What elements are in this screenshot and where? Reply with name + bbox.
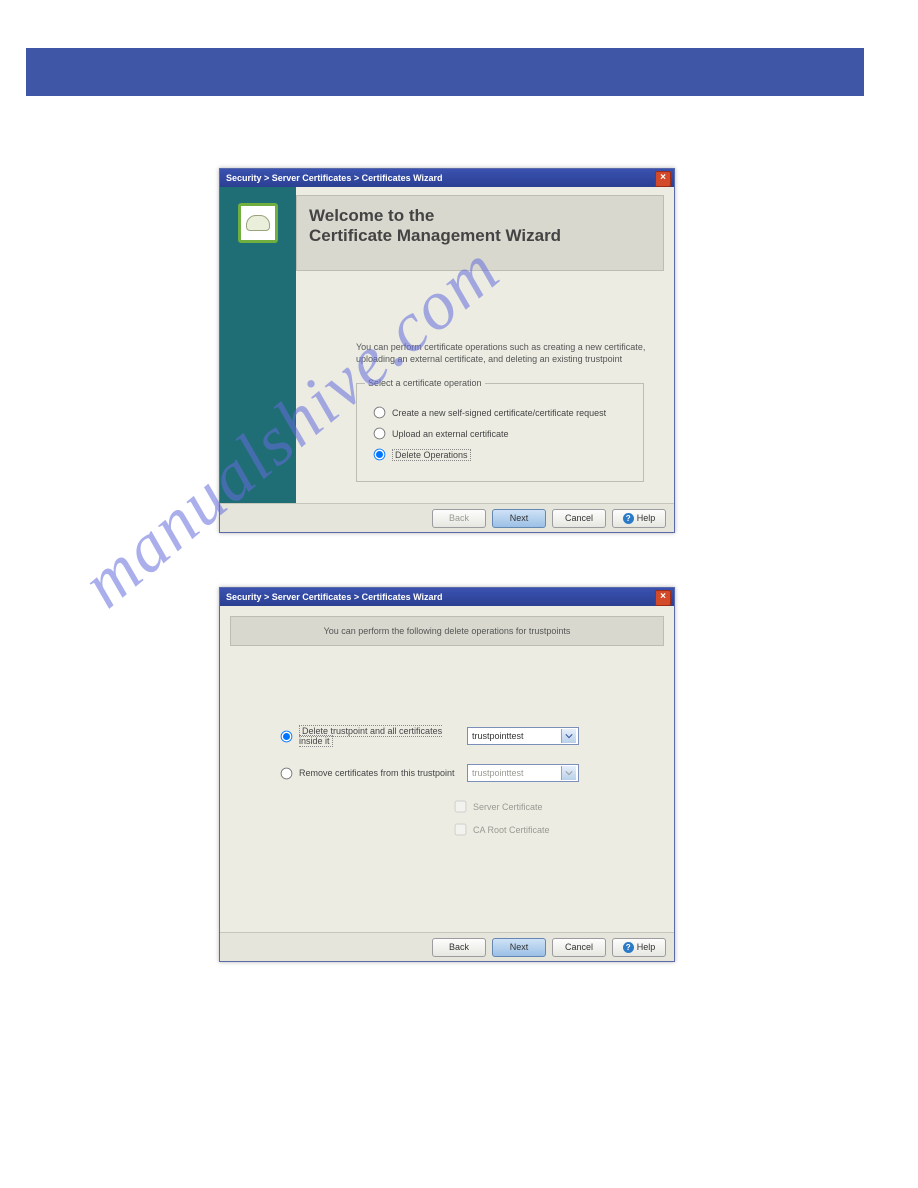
back-button-label: Back <box>449 511 469 526</box>
chevron-down-icon <box>561 766 576 780</box>
help-button-label: Help <box>637 940 656 955</box>
wizard1-button-bar: Back Next Cancel ? Help <box>220 503 674 532</box>
chevron-down-icon[interactable] <box>561 729 576 743</box>
back-button-label: Back <box>449 940 469 955</box>
delete-options-grid: Delete trustpoint and all certificates i… <box>280 726 634 836</box>
wizard1-heading-line2: Certificate Management Wizard <box>309 226 651 246</box>
trustpoint-dropdown[interactable]: trustpointtest <box>467 727 579 745</box>
radio-create-certificate[interactable]: Create a new self-signed certificate/cer… <box>373 406 635 419</box>
checkbox-label: CA Root Certificate <box>473 825 550 835</box>
cancel-button-label: Cancel <box>565 940 593 955</box>
close-icon[interactable]: × <box>655 171 671 187</box>
window-titlebar[interactable]: Security > Server Certificates > Certifi… <box>220 588 674 606</box>
next-button[interactable]: Next <box>492 509 546 528</box>
operation-fieldset: Select a certificate operation Create a … <box>356 383 644 482</box>
radio-upload-certificate[interactable]: Upload an external certificate <box>373 427 635 440</box>
certificate-badge-inner-icon <box>246 215 270 231</box>
certificate-badge-icon <box>238 203 278 243</box>
wizard1-body: Welcome to the Certificate Management Wi… <box>220 187 674 503</box>
close-icon[interactable]: × <box>655 590 671 606</box>
next-button[interactable]: Next <box>492 938 546 957</box>
document-page: manualshive.com Security > Server Certif… <box>0 0 918 1188</box>
dropdown-value: trustpointtest <box>472 731 524 741</box>
radio-input[interactable] <box>281 767 293 779</box>
operation-fieldset-legend: Select a certificate operation <box>365 378 485 388</box>
radio-label: Delete trustpoint and all certificates i… <box>299 725 442 747</box>
wizard1-content: Welcome to the Certificate Management Wi… <box>296 187 674 503</box>
radio-delete-operations[interactable]: Delete Operations <box>373 448 635 461</box>
radio-delete-trustpoint[interactable]: Delete trustpoint and all certificates i… <box>280 726 634 746</box>
window-title-text: Security > Server Certificates > Certifi… <box>226 592 443 602</box>
wizard1-intro-text: You can perform certificate operations s… <box>356 341 654 365</box>
back-button[interactable]: Back <box>432 938 486 957</box>
help-icon: ? <box>623 942 634 953</box>
cancel-button[interactable]: Cancel <box>552 509 606 528</box>
radio-label: Upload an external certificate <box>392 429 509 439</box>
radio-label: Remove certificates from this trustpoint <box>299 768 455 778</box>
wizard2-body: You can perform the following delete ope… <box>220 616 674 932</box>
wizard-sidebar <box>220 187 296 503</box>
window-titlebar[interactable]: Security > Server Certificates > Certifi… <box>220 169 674 187</box>
radio-input[interactable] <box>374 428 386 440</box>
checkbox-label: Server Certificate <box>473 802 543 812</box>
wizard2-banner-text: You can perform the following delete ope… <box>230 616 664 646</box>
radio-input[interactable] <box>281 730 293 742</box>
next-button-label: Next <box>510 940 529 955</box>
wizard1-heading-block: Welcome to the Certificate Management Wi… <box>296 195 664 271</box>
help-button[interactable]: ? Help <box>612 509 666 528</box>
help-icon: ? <box>623 513 634 524</box>
radio-label: Delete Operations <box>392 449 471 461</box>
certificates-wizard-step1-window: Security > Server Certificates > Certifi… <box>219 168 675 533</box>
window-title-text: Security > Server Certificates > Certifi… <box>226 173 443 183</box>
dropdown-value: trustpointtest <box>472 768 524 778</box>
cancel-button[interactable]: Cancel <box>552 938 606 957</box>
radio-input[interactable] <box>374 449 386 461</box>
checkbox-input <box>455 801 467 813</box>
radio-input[interactable] <box>374 407 386 419</box>
help-button[interactable]: ? Help <box>612 938 666 957</box>
checkbox-server-certificate[interactable]: Server Certificate <box>454 800 634 813</box>
wizard1-heading-line1: Welcome to the <box>309 206 651 226</box>
cancel-button-label: Cancel <box>565 511 593 526</box>
help-button-label: Help <box>637 511 656 526</box>
radio-label: Create a new self-signed certificate/cer… <box>392 408 606 418</box>
next-button-label: Next <box>510 511 529 526</box>
radio-remove-certificates[interactable]: Remove certificates from this trustpoint… <box>280 764 634 782</box>
back-button[interactable]: Back <box>432 509 486 528</box>
page-header-banner <box>26 48 864 96</box>
trustpoint-dropdown-disabled: trustpointtest <box>467 764 579 782</box>
checkbox-input <box>455 824 467 836</box>
wizard2-button-bar: Back Next Cancel ? Help <box>220 932 674 961</box>
certificates-wizard-step2-window: Security > Server Certificates > Certifi… <box>219 587 675 962</box>
checkbox-ca-root-certificate[interactable]: CA Root Certificate <box>454 823 634 836</box>
